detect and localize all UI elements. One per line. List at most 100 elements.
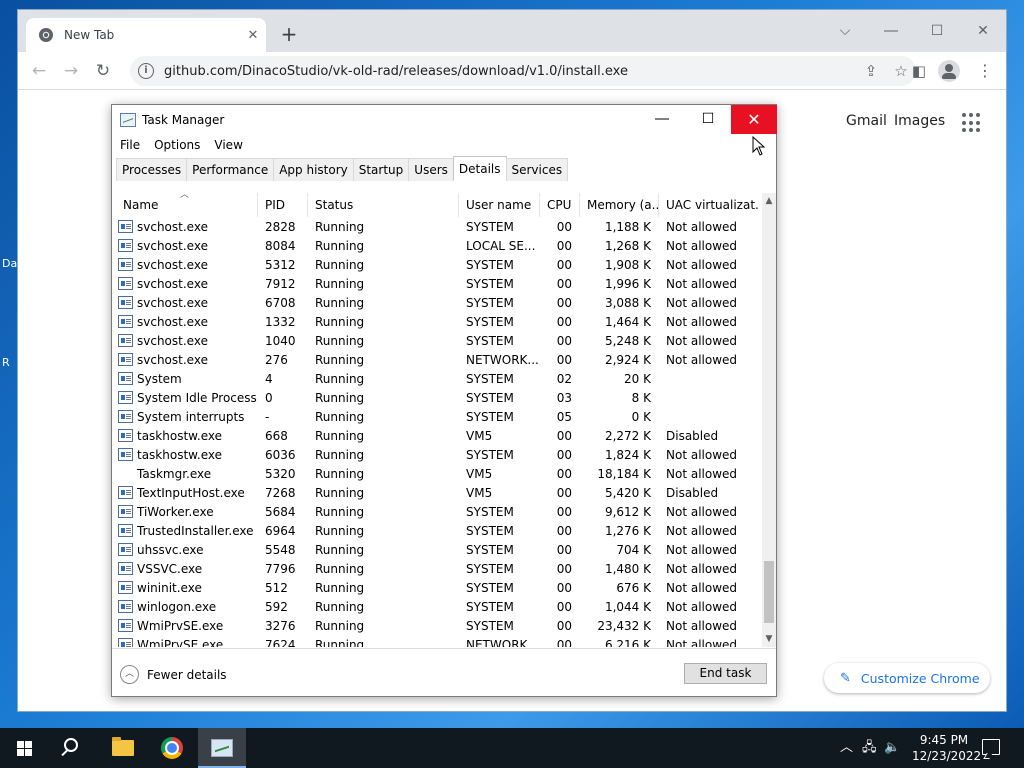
tab-startup[interactable]: Startup — [352, 158, 410, 181]
cell-status: Running — [315, 314, 365, 329]
kebab-menu-icon[interactable]: ⋮ — [972, 58, 998, 84]
process-icon — [118, 334, 133, 347]
tab-users[interactable]: Users — [408, 158, 454, 181]
table-row[interactable]: TrustedInstaller.exe 6964 Running SYSTEM 00 1… — [116, 521, 760, 540]
task-manager-titlebar[interactable]: Task Manager ― ☐ ✕ — [112, 105, 777, 135]
share-icon[interactable]: ⇪ — [856, 62, 886, 80]
search-icon[interactable] — [64, 738, 78, 752]
table-row[interactable]: wininit.exe 512 Running SYSTEM 00 676 K Not al… — [116, 578, 760, 597]
address-bar[interactable]: i github.com/DinacoStudio/vk-old-rad/rel… — [130, 56, 916, 86]
side-panel-icon[interactable]: ◧ — [906, 58, 932, 84]
table-row[interactable]: System 4 Running SYSTEM 02 20 K — [116, 369, 760, 388]
forward-arrow-icon[interactable]: → — [58, 58, 84, 84]
cell-pid: 6036 — [265, 447, 296, 462]
table-row[interactable]: svchost.exe 1040 Running SYSTEM 00 5,248 K Not… — [116, 331, 760, 350]
gmail-link[interactable]: Gmail — [846, 113, 887, 129]
new-tab-button[interactable]: + — [276, 22, 302, 48]
cell-status: Running — [315, 257, 365, 272]
tab-processes[interactable]: Processes — [116, 158, 188, 181]
system-clock[interactable]: 9:45 PM 12/23/2022 — [912, 732, 981, 764]
close-button[interactable]: ✕ — [960, 16, 1006, 46]
tab-new-tab[interactable]: New Tab ✕ — [26, 18, 266, 52]
chrome-taskbar-icon[interactable] — [161, 737, 183, 759]
start-button[interactable] — [0, 728, 48, 768]
cell-user: SYSTEM — [466, 523, 514, 538]
cell-pid: 7796 — [265, 561, 296, 576]
table-row[interactable]: WmiPrvSE.exe 7624 Running NETWORK... 00 6,216… — [116, 635, 760, 647]
cell-mem: 1,480 K — [604, 561, 651, 576]
menu-options[interactable]: Options — [154, 135, 208, 157]
vertical-scrollbar[interactable]: ▲ ▼ — [762, 193, 776, 647]
cell-pid: 1332 — [265, 314, 296, 329]
table-row[interactable]: TextInputHost.exe 7268 Running VM5 00 5,420 K… — [116, 483, 760, 502]
site-info-icon[interactable]: i — [138, 63, 154, 79]
tm-maximize-button[interactable]: ☐ — [685, 105, 731, 134]
table-row[interactable]: VSSVC.exe 7796 Running SYSTEM 00 1,480 K Not a… — [116, 559, 760, 578]
file-explorer-icon[interactable] — [112, 737, 134, 756]
column-header-uac[interactable]: UAC virtualizat... — [659, 193, 760, 217]
table-row[interactable]: System interrupts - Running SYSTEM 05 0 K — [116, 407, 760, 426]
maximize-button[interactable]: ☐ — [914, 16, 960, 46]
table-row[interactable]: System Idle Process 0 Running SYSTEM 03 8 K — [116, 388, 760, 407]
images-link[interactable]: Images — [894, 113, 945, 129]
table-row[interactable]: svchost.exe 1332 Running SYSTEM 00 1,464 K Not… — [116, 312, 760, 331]
url-text[interactable]: github.com/DinacoStudio/vk-old-rad/relea… — [164, 64, 856, 79]
cell-user: SYSTEM — [466, 409, 514, 424]
network-icon[interactable]: 🖧 — [862, 728, 877, 768]
cell-cpu: 00 — [556, 561, 572, 576]
menu-file[interactable]: File — [120, 135, 148, 157]
table-row[interactable]: svchost.exe 2828 Running SYSTEM 00 1,188 K Not… — [116, 217, 760, 236]
column-header-memory[interactable]: Memory (a... — [580, 193, 659, 217]
cell-cpu: 00 — [556, 238, 572, 253]
scroll-down-icon[interactable]: ▼ — [762, 631, 776, 647]
table-row[interactable]: svchost.exe 7912 Running SYSTEM 00 1,996 K Not… — [116, 274, 760, 293]
back-arrow-icon[interactable]: ← — [26, 58, 52, 84]
process-name-cell: svchost.exe — [116, 258, 258, 272]
tab-close-icon[interactable]: ✕ — [240, 28, 266, 43]
scroll-thumb[interactable] — [764, 561, 774, 623]
process-name: svchost.exe — [137, 295, 208, 310]
process-name: uhssvc.exe — [137, 542, 204, 557]
tm-close-button[interactable]: ✕ — [731, 105, 777, 134]
table-row[interactable]: WmiPrvSE.exe 3276 Running SYSTEM 00 23,432 K N… — [116, 616, 760, 635]
customize-chrome-button[interactable]: ✎ Customize Chrome — [824, 663, 990, 693]
table-row[interactable]: TiWorker.exe 5684 Running SYSTEM 00 9,612 K No… — [116, 502, 760, 521]
column-header-user[interactable]: User name — [459, 193, 540, 217]
tab-performance[interactable]: Performance — [186, 158, 275, 181]
menu-view[interactable]: View — [214, 135, 250, 157]
table-row[interactable]: svchost.exe 8084 Running LOCAL SE... 00 1,268… — [116, 236, 760, 255]
column-header-cpu[interactable]: CPU — [540, 193, 580, 217]
cell-pid: 5312 — [265, 257, 296, 272]
tab-details[interactable]: Details — [452, 156, 507, 180]
table-row[interactable]: svchost.exe 6708 Running SYSTEM 00 3,088 K Not… — [116, 293, 760, 312]
task-manager-taskbar-button[interactable] — [198, 728, 246, 768]
table-row[interactable]: svchost.exe 276 Running NETWORK... 00 2,924 K… — [116, 350, 760, 369]
scroll-up-icon[interactable]: ▲ — [762, 193, 776, 209]
process-name-cell: svchost.exe — [116, 353, 258, 367]
minimize-button[interactable]: ― — [868, 16, 914, 46]
volume-icon[interactable]: 🔈 — [884, 728, 900, 768]
tray-chevron-up-icon[interactable]: ︿ — [840, 728, 853, 768]
table-row[interactable]: uhssvc.exe 5548 Running SYSTEM 00 704 K Not al… — [116, 540, 760, 559]
table-row[interactable]: taskhostw.exe 6036 Running SYSTEM 00 1,824 K N… — [116, 445, 760, 464]
end-task-button[interactable]: End task — [684, 663, 767, 684]
tab-search-chevron-icon[interactable]: ⌵ — [822, 16, 868, 46]
column-header-pid[interactable]: PID — [258, 193, 308, 217]
fewer-details-button[interactable]: ︿ Fewer details — [120, 665, 227, 684]
cell-pid: 4 — [265, 371, 273, 386]
table-row[interactable]: svchost.exe 5312 Running SYSTEM 00 1,908 K Not… — [116, 255, 760, 274]
column-header-status[interactable]: Status — [308, 193, 459, 217]
cell-cpu: 00 — [556, 504, 572, 519]
notification-icon[interactable] — [982, 739, 1000, 755]
cell-mem: 6,216 K — [604, 637, 651, 648]
profile-avatar-icon[interactable] — [938, 60, 960, 82]
tab-services[interactable]: Services — [505, 158, 569, 181]
table-row[interactable]: taskhostw.exe 668 Running VM5 00 2,272 K Disab… — [116, 426, 760, 445]
table-row[interactable]: winlogon.exe 592 Running SYSTEM 00 1,044 K Not… — [116, 597, 760, 616]
tm-minimize-button[interactable]: ― — [639, 105, 685, 134]
reload-icon[interactable]: ↻ — [90, 58, 116, 84]
table-row[interactable]: Taskmgr.exe 5320 Running VM5 00 18,184 K Not a… — [116, 464, 760, 483]
cell-uac: Not allowed — [666, 637, 738, 648]
tab-app-history[interactable]: App history — [273, 158, 354, 181]
google-apps-icon[interactable] — [962, 113, 982, 133]
